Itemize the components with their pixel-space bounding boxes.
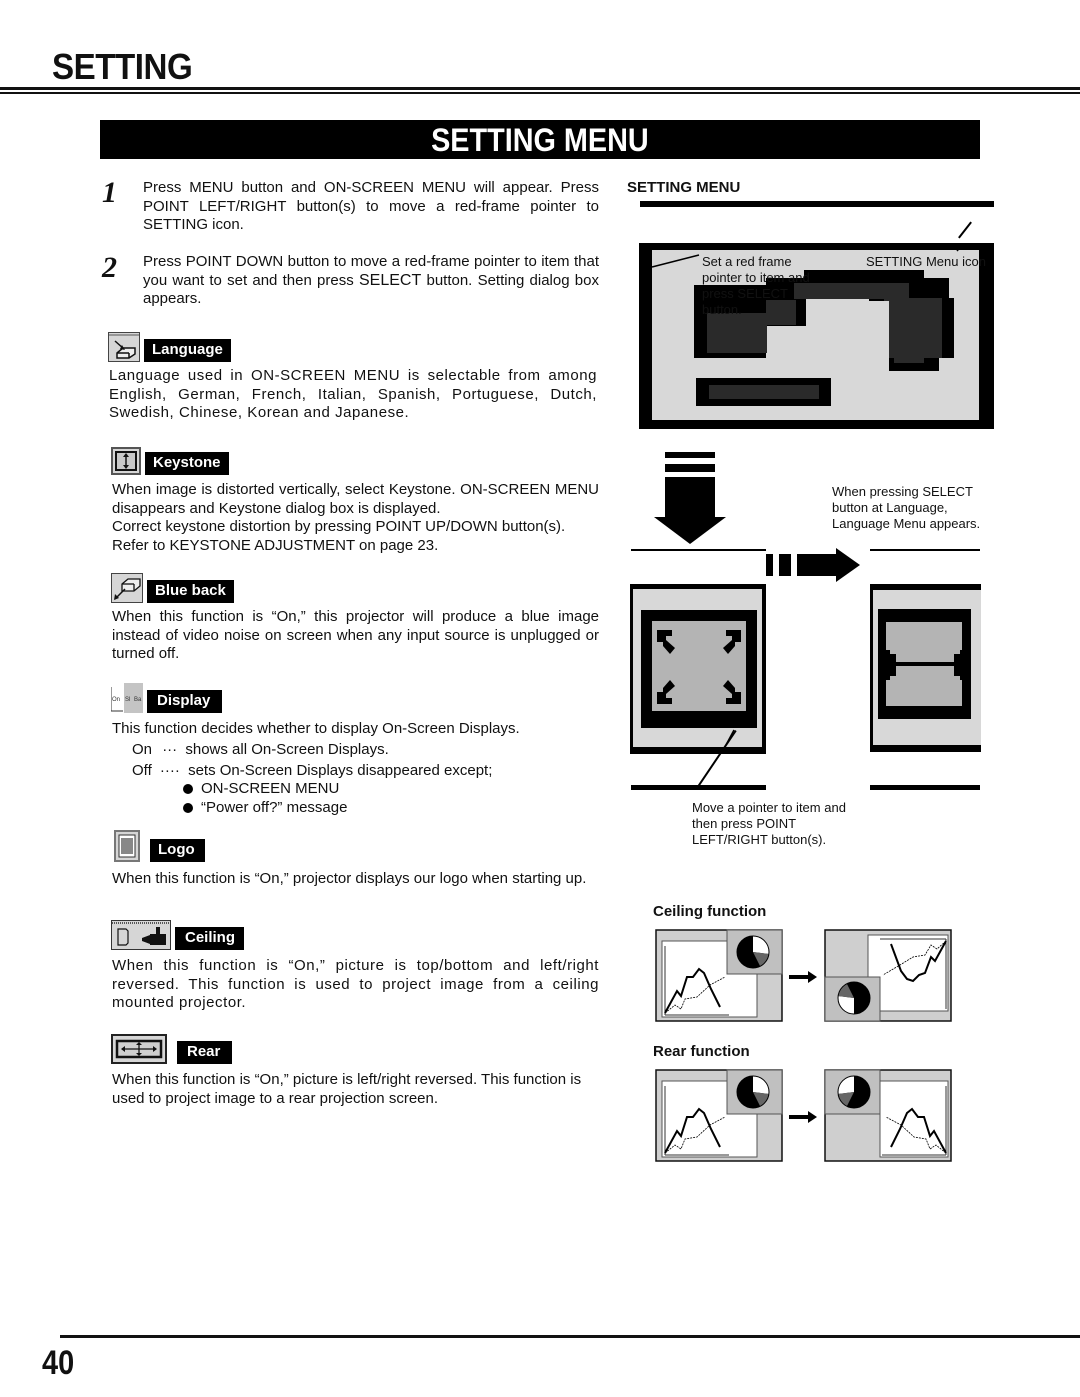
keystone-description-2: Correct keystone distortion by pressing … bbox=[112, 518, 566, 554]
display-option-on-key: On bbox=[132, 741, 153, 758]
logo-label: Logo bbox=[150, 839, 205, 862]
rear-icon bbox=[111, 1034, 167, 1064]
callout-setting-icon: SETTING Menu icon bbox=[866, 254, 986, 269]
right-arrow-icon bbox=[766, 548, 860, 582]
display-label: Display bbox=[147, 690, 223, 713]
bullet-icon bbox=[183, 784, 193, 794]
display-option-off-key: Off bbox=[132, 762, 152, 779]
language-description: Language used in ON-SCREEN MENU is selec… bbox=[109, 367, 597, 421]
language-screen-rule-bottom bbox=[870, 785, 980, 790]
blue-back-icon bbox=[111, 573, 143, 603]
figure-title-rule bbox=[640, 201, 994, 207]
display-option-on-desc: shows all On-Screen Displays. bbox=[185, 741, 389, 758]
blue-back-heading: Blue back bbox=[111, 573, 234, 603]
blue-back-description: When this function is “On,” this project… bbox=[112, 608, 599, 662]
header-rule bbox=[0, 87, 1080, 90]
display-option-on-sep: ··· bbox=[162, 741, 178, 758]
display-option-off-desc: sets On-Screen Displays disappeared exce… bbox=[188, 762, 493, 779]
logo-icon bbox=[114, 830, 140, 862]
display-option-off: Off ···· sets On-Screen Displays disappe… bbox=[132, 762, 602, 781]
display-heading: On Sl Ba Display bbox=[110, 683, 223, 713]
rear-function-illustration bbox=[655, 1069, 952, 1162]
screen-rule-bottom bbox=[631, 785, 766, 790]
step-2-text: Press POINT DOWN button to move a red-fr… bbox=[143, 253, 599, 309]
blue-back-label: Blue back bbox=[147, 580, 234, 603]
ceiling-function-label: Ceiling function bbox=[653, 903, 767, 920]
bullet-icon bbox=[183, 803, 193, 813]
language-screen-rule bbox=[870, 549, 980, 551]
language-icon bbox=[108, 332, 140, 362]
svg-text:Sl: Sl bbox=[125, 697, 130, 703]
rear-description: When this function is “On,” picture is l… bbox=[112, 1071, 582, 1107]
display-exception-text: ON-SCREEN MENU bbox=[201, 780, 340, 797]
ceiling-function-illustration bbox=[655, 929, 952, 1022]
svg-text:Ba: Ba bbox=[134, 697, 142, 703]
rear-heading: Rear bbox=[111, 1034, 233, 1064]
page-title: SETTING bbox=[52, 46, 193, 87]
footer-rule bbox=[60, 1335, 1080, 1338]
ceiling-label: Ceiling bbox=[175, 927, 245, 950]
down-arrow-icon bbox=[654, 452, 726, 544]
logo-description: When this function is “On,” projector di… bbox=[112, 870, 587, 887]
screen-rule bbox=[631, 549, 766, 551]
rear-function-label: Rear function bbox=[653, 1043, 750, 1060]
ceiling-icon bbox=[111, 920, 171, 950]
step-number-1: 1 bbox=[102, 176, 117, 209]
ceiling-description: When this function is “On,” picture is t… bbox=[112, 957, 599, 1011]
ceiling-reversed-screen bbox=[824, 929, 952, 1022]
language-label: Language bbox=[144, 339, 231, 362]
callout-move-pointer: Move a pointer to item and then press PO… bbox=[692, 800, 846, 847]
keystone-description-1: When image is distorted vertically, sele… bbox=[112, 481, 599, 517]
display-option-off-sep: ···· bbox=[159, 762, 180, 779]
page-number: 40 bbox=[42, 1344, 75, 1382]
display-description: This function decides whether to display… bbox=[112, 720, 520, 737]
display-option-on: On ··· shows all On-Screen Displays. bbox=[132, 741, 602, 760]
setting-dialog-screen bbox=[630, 584, 766, 754]
display-exception-text: “Power off?” message bbox=[201, 799, 348, 816]
ceiling-normal-screen bbox=[655, 929, 783, 1022]
keystone-label: Keystone bbox=[145, 452, 229, 475]
section-banner: SETTING MENU bbox=[100, 120, 980, 159]
icon-leader-line bbox=[958, 221, 972, 239]
callout-pointer: Set a red frame pointer to item and pres… bbox=[702, 254, 810, 317]
figure-title: SETTING MENU bbox=[627, 179, 741, 196]
rear-label: Rear bbox=[177, 1041, 233, 1064]
language-menu-screen bbox=[870, 584, 981, 752]
rear-normal-screen bbox=[655, 1069, 783, 1162]
select-button-ref: SELECT bbox=[358, 271, 422, 289]
ceiling-heading: Ceiling bbox=[111, 920, 245, 950]
keystone-icon bbox=[111, 447, 141, 475]
rear-reversed-screen bbox=[824, 1069, 952, 1162]
display-exception-2: “Power off?” message bbox=[183, 799, 583, 818]
callout-select-language: When pressing SELECT button at Language,… bbox=[832, 484, 981, 531]
display-icon: On Sl Ba bbox=[110, 683, 143, 713]
step-1-text: Press MENU button and ON-SCREEN MENU wil… bbox=[143, 179, 599, 233]
keystone-heading: Keystone bbox=[111, 447, 229, 475]
svg-text:On: On bbox=[112, 697, 120, 703]
section-banner-title: SETTING MENU bbox=[431, 122, 649, 158]
header-rule-secondary bbox=[0, 92, 1080, 94]
step-number-2: 2 bbox=[102, 251, 117, 284]
logo-heading: Logo bbox=[114, 830, 205, 862]
language-heading: Language bbox=[108, 332, 231, 362]
display-exception-1: ON-SCREEN MENU bbox=[183, 780, 583, 799]
